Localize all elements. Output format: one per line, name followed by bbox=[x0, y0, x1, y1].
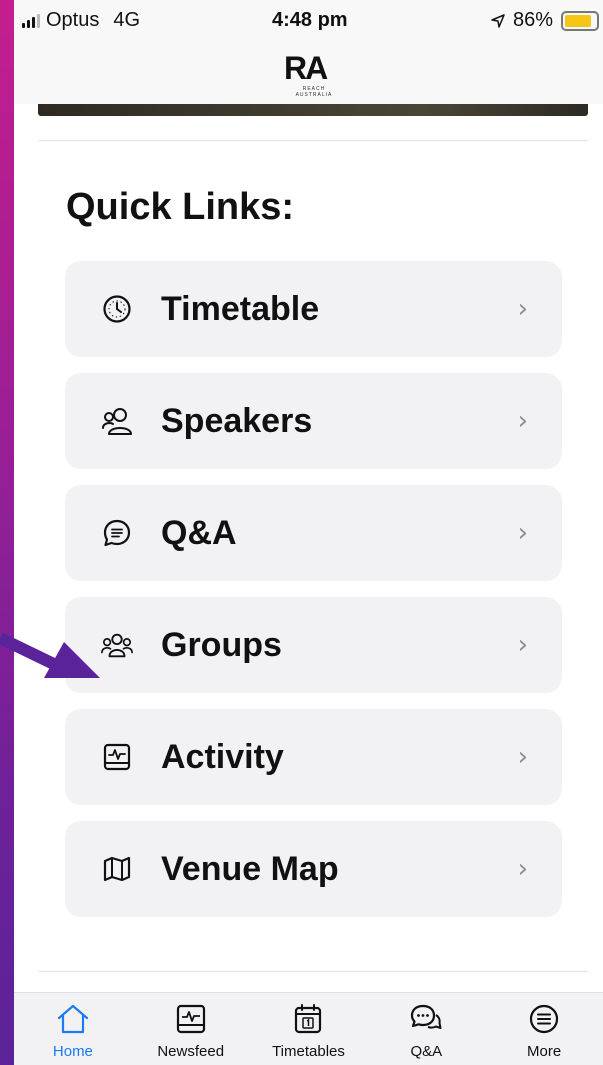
hero-image bbox=[38, 104, 588, 116]
app-header: RA REACH AUSTRALIA bbox=[14, 40, 603, 104]
chat-bubble-icon bbox=[101, 517, 133, 549]
quick-link-groups[interactable]: Groups › bbox=[65, 597, 562, 693]
signal-icon bbox=[22, 13, 40, 28]
tab-label: Newsfeed bbox=[157, 1043, 225, 1060]
clock-icon bbox=[101, 293, 133, 325]
battery-percent: 86% bbox=[512, 9, 553, 31]
status-left: Optus 4G bbox=[22, 9, 140, 32]
status-time: 4:48 pm bbox=[272, 9, 348, 31]
logo-subtext: REACH AUSTRALIA bbox=[295, 86, 333, 98]
chevron-right-icon: › bbox=[517, 854, 528, 884]
quick-link-label: Groups bbox=[161, 625, 282, 664]
location-arrow-icon bbox=[491, 13, 505, 28]
chevron-right-icon: › bbox=[517, 294, 528, 324]
tab-label: Timetables bbox=[272, 1043, 345, 1060]
tab-newsfeed[interactable]: Newsfeed bbox=[132, 993, 250, 1065]
divider bbox=[38, 140, 588, 141]
map-icon bbox=[101, 853, 133, 885]
tab-qa[interactable]: Q&A bbox=[367, 993, 485, 1065]
quick-link-activity[interactable]: Activity › bbox=[65, 709, 562, 805]
quick-link-qa[interactable]: Q&A › bbox=[65, 485, 562, 581]
quick-link-label: Activity bbox=[161, 737, 284, 776]
activity-icon bbox=[101, 741, 133, 773]
tab-more[interactable]: More bbox=[485, 993, 603, 1065]
tab-label: Q&A bbox=[410, 1043, 443, 1060]
calendar-icon bbox=[295, 1004, 322, 1034]
chevron-right-icon: › bbox=[517, 742, 528, 772]
quick-link-label: Venue Map bbox=[161, 849, 339, 888]
home-icon bbox=[57, 1004, 88, 1034]
battery-icon bbox=[561, 10, 599, 31]
status-bar: Optus 4G 4:48 pm 86% bbox=[14, 0, 603, 40]
status-right: 86% bbox=[491, 9, 599, 32]
section-title: Quick Links: bbox=[66, 186, 295, 228]
quick-link-timetable[interactable]: Timetable › bbox=[65, 261, 562, 357]
tab-home[interactable]: Home bbox=[14, 993, 132, 1065]
chat-bubbles-icon bbox=[411, 1004, 442, 1029]
tab-label: Home bbox=[52, 1043, 93, 1060]
activity-icon bbox=[176, 1004, 205, 1034]
chevron-right-icon: › bbox=[517, 406, 528, 436]
bottom-tab-bar: Home Newsfeed Timetables Q&A More bbox=[14, 992, 603, 1065]
tab-label: More bbox=[526, 1043, 562, 1060]
app-logo: RA REACH AUSTRALIA bbox=[284, 50, 344, 98]
quick-link-venue-map[interactable]: Venue Map › bbox=[65, 821, 562, 917]
quick-link-label: Speakers bbox=[161, 401, 313, 440]
network-label: 4G bbox=[113, 9, 141, 31]
annotation-arrow-icon bbox=[0, 632, 100, 678]
chevron-right-icon: › bbox=[517, 630, 528, 660]
tab-timetables[interactable]: Timetables bbox=[250, 993, 368, 1065]
logo-mark: RA bbox=[284, 50, 328, 86]
chevron-right-icon: › bbox=[517, 518, 528, 548]
menu-icon bbox=[529, 1004, 559, 1034]
phone-screen: Optus 4G 4:48 pm 86% RA REACH AUSTRALIA … bbox=[14, 0, 603, 1065]
quick-link-speakers[interactable]: Speakers › bbox=[65, 373, 562, 469]
carrier-label: Optus bbox=[46, 9, 100, 31]
quick-link-label: Q&A bbox=[161, 513, 237, 552]
quick-link-label: Timetable bbox=[161, 289, 320, 328]
battery-fill bbox=[565, 14, 591, 27]
divider bbox=[38, 971, 588, 972]
people-icon bbox=[101, 405, 133, 437]
